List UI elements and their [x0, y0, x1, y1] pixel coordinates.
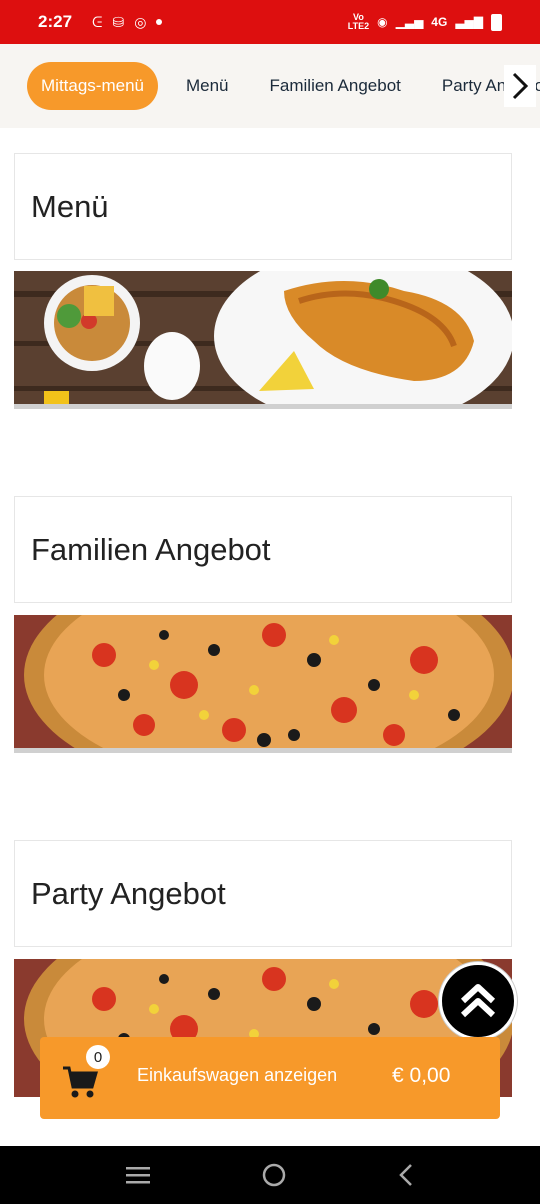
tab-familien-angebot[interactable]: Familien Angebot: [270, 76, 401, 96]
back-icon[interactable]: [397, 1162, 415, 1188]
tabs-next-button[interactable]: [504, 65, 536, 107]
tab-menu[interactable]: Menü: [186, 76, 229, 96]
instagram-icon: ◎: [134, 13, 147, 30]
cart-total: € 0,00: [392, 1064, 451, 1087]
system-icons: Vo LTE2 ◉ ▁▃▅ 4G ▃▅▇: [348, 13, 502, 31]
chevron-right-icon: [512, 72, 529, 100]
notification-app-icon: ᕮ: [92, 13, 103, 30]
section-header-menu[interactable]: Menü: [14, 153, 512, 260]
cart-label: Einkaufswagen anzeigen: [137, 1065, 338, 1085]
view-cart-button[interactable]: 0 Einkaufswagen anzeigen € 0,00: [40, 1037, 500, 1119]
status-bar: 2:27 ᕮ ⛁ ◎ Vo LTE2 ◉ ▁▃▅ 4G ▃▅▇: [0, 0, 540, 44]
cart-icon: [63, 1066, 98, 1098]
section-title: Menü: [31, 188, 109, 224]
cart-count-badge: 0: [86, 1045, 110, 1069]
notification-cake-icon: ⛁: [112, 13, 125, 30]
scroll-to-top-button[interactable]: [439, 962, 517, 1040]
schnitzel-plate-image[interactable]: [14, 271, 512, 409]
section-title: Party Angebot: [31, 875, 226, 911]
battery-icon: [491, 13, 502, 31]
recent-apps-icon[interactable]: [125, 1165, 151, 1185]
volte-icon: Vo LTE2: [347, 12, 370, 31]
notification-icons: ᕮ ⛁ ◎: [92, 13, 163, 31]
section-header-party-angebot[interactable]: Party Angebot: [14, 840, 512, 947]
tab-mittags-menu[interactable]: Mittags-menü: [27, 62, 158, 110]
hotspot-icon: ◉: [377, 15, 388, 29]
more-notifications-icon: [156, 19, 163, 25]
network-type: 4G: [431, 15, 448, 29]
section-header-familien-angebot[interactable]: Familien Angebot: [14, 496, 512, 603]
status-time: 2:27: [38, 12, 73, 31]
double-chevron-up-icon: [460, 984, 496, 1018]
category-tabs: Mittags-menü Menü Familien Angebot Party…: [0, 44, 540, 128]
signal-icon: ▁▃▅: [395, 15, 424, 29]
section-title: Familien Angebot: [31, 531, 271, 567]
home-icon[interactable]: [261, 1162, 287, 1188]
pizza-image[interactable]: [14, 615, 512, 753]
signal-icon-2: ▃▅▇: [455, 15, 483, 29]
system-nav-bar: [0, 1146, 540, 1204]
